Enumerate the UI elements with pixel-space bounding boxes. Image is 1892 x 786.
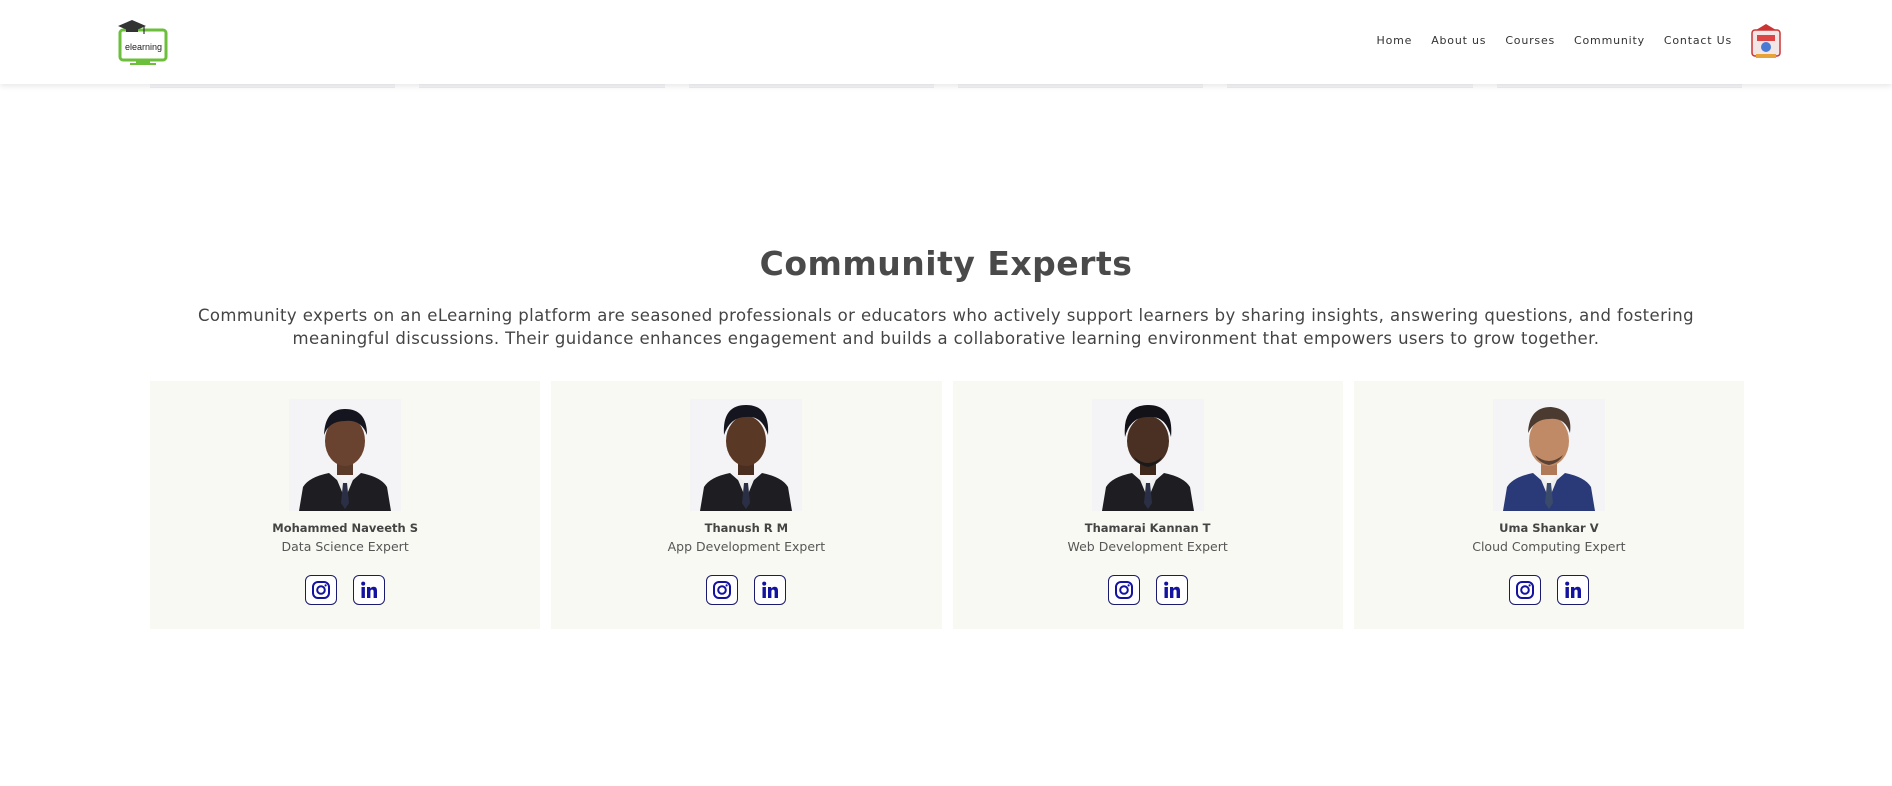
instagram-icon bbox=[312, 581, 331, 599]
instagram-icon bbox=[1515, 581, 1534, 599]
expert-role: App Development Expert bbox=[667, 539, 826, 554]
instagram-link[interactable] bbox=[706, 575, 739, 605]
linkedin-icon bbox=[762, 581, 779, 598]
nav-contact-us[interactable]: Contact Us bbox=[1664, 34, 1732, 47]
linkedin-link[interactable] bbox=[353, 575, 386, 605]
social-links bbox=[1354, 575, 1744, 605]
linkedin-link[interactable] bbox=[1556, 575, 1589, 605]
instagram-icon bbox=[713, 581, 732, 599]
section-description: Community experts on an eLearning platfo… bbox=[197, 306, 1695, 348]
linkedin-link[interactable] bbox=[754, 575, 787, 605]
instagram-link[interactable] bbox=[1107, 575, 1140, 605]
expert-name: Mohammed Naveeth S bbox=[272, 521, 418, 535]
expert-card: Mohammed Naveeth S Data Science Expert bbox=[150, 381, 541, 629]
expert-name: Thamarai Kannan T bbox=[1084, 521, 1211, 535]
nav-about-us[interactable]: About us bbox=[1431, 34, 1486, 47]
nav-home[interactable]: Home bbox=[1377, 34, 1413, 47]
nav-courses[interactable]: Courses bbox=[1505, 34, 1555, 47]
experts-grid: Mohammed Naveeth S Data Science Expert T… bbox=[150, 381, 1744, 629]
expert-name: Thanush R M bbox=[704, 521, 789, 535]
instagram-link[interactable] bbox=[305, 575, 338, 605]
social-links bbox=[551, 575, 941, 605]
linkedin-icon bbox=[361, 581, 378, 598]
expert-role: Cloud Computing Expert bbox=[1472, 539, 1626, 554]
main-nav: Home About us Courses Community Contact … bbox=[1377, 34, 1733, 47]
instagram-icon bbox=[1114, 581, 1133, 599]
logo-text: elearning bbox=[125, 42, 162, 52]
expert-card: Uma Shankar V Cloud Computing Expert bbox=[1353, 381, 1744, 629]
instagram-link[interactable] bbox=[1508, 575, 1541, 605]
expert-photo bbox=[1492, 399, 1605, 511]
expert-role: Data Science Expert bbox=[281, 539, 409, 554]
section-title: Community Experts bbox=[759, 244, 1133, 283]
nav-community[interactable]: Community bbox=[1574, 34, 1645, 47]
linkedin-link[interactable] bbox=[1155, 575, 1188, 605]
expert-photo bbox=[289, 399, 402, 511]
expert-photo bbox=[690, 399, 803, 511]
social-links bbox=[150, 575, 540, 605]
site-header: elearning Home About us Courses Communit… bbox=[0, 0, 1892, 84]
profile-avatar-icon[interactable] bbox=[1750, 24, 1782, 60]
elearning-logo[interactable]: elearning bbox=[114, 18, 170, 66]
previous-section-cards bbox=[150, 84, 1742, 90]
expert-card: Thanush R M App Development Expert bbox=[551, 381, 942, 629]
expert-name: Uma Shankar V bbox=[1499, 521, 1599, 535]
linkedin-icon bbox=[1163, 581, 1180, 598]
expert-role: Web Development Expert bbox=[1067, 539, 1228, 554]
social-links bbox=[953, 575, 1343, 605]
expert-card: Thamarai Kannan T Web Development Expert bbox=[952, 381, 1343, 629]
linkedin-icon bbox=[1565, 581, 1581, 598]
expert-photo bbox=[1091, 399, 1204, 511]
